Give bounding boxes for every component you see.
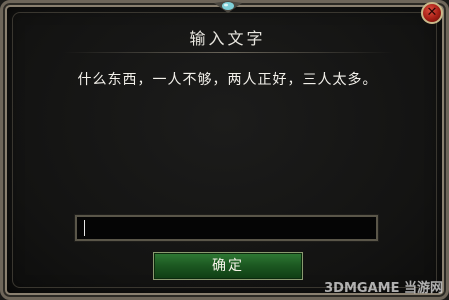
frame-border — [12, 12, 437, 288]
site-watermark: 3DMGAME 当游网 — [324, 281, 443, 296]
dialog-window: 输入文字 什么东西，一人不够，两人正好，三人太多。 确定 — [0, 0, 449, 300]
title-divider — [63, 52, 393, 53]
close-button[interactable]: ✕ — [421, 2, 443, 24]
confirm-button[interactable]: 确定 — [153, 252, 303, 280]
riddle-message: 什么东西，一人不够，两人正好，三人太多。 — [77, 72, 378, 88]
text-caret — [84, 220, 85, 236]
close-icon: ✕ — [426, 5, 438, 20]
top-ornament-icon — [214, 1, 242, 13]
answer-input[interactable] — [74, 214, 379, 242]
dialog-title: 输入文字 — [189, 29, 266, 48]
